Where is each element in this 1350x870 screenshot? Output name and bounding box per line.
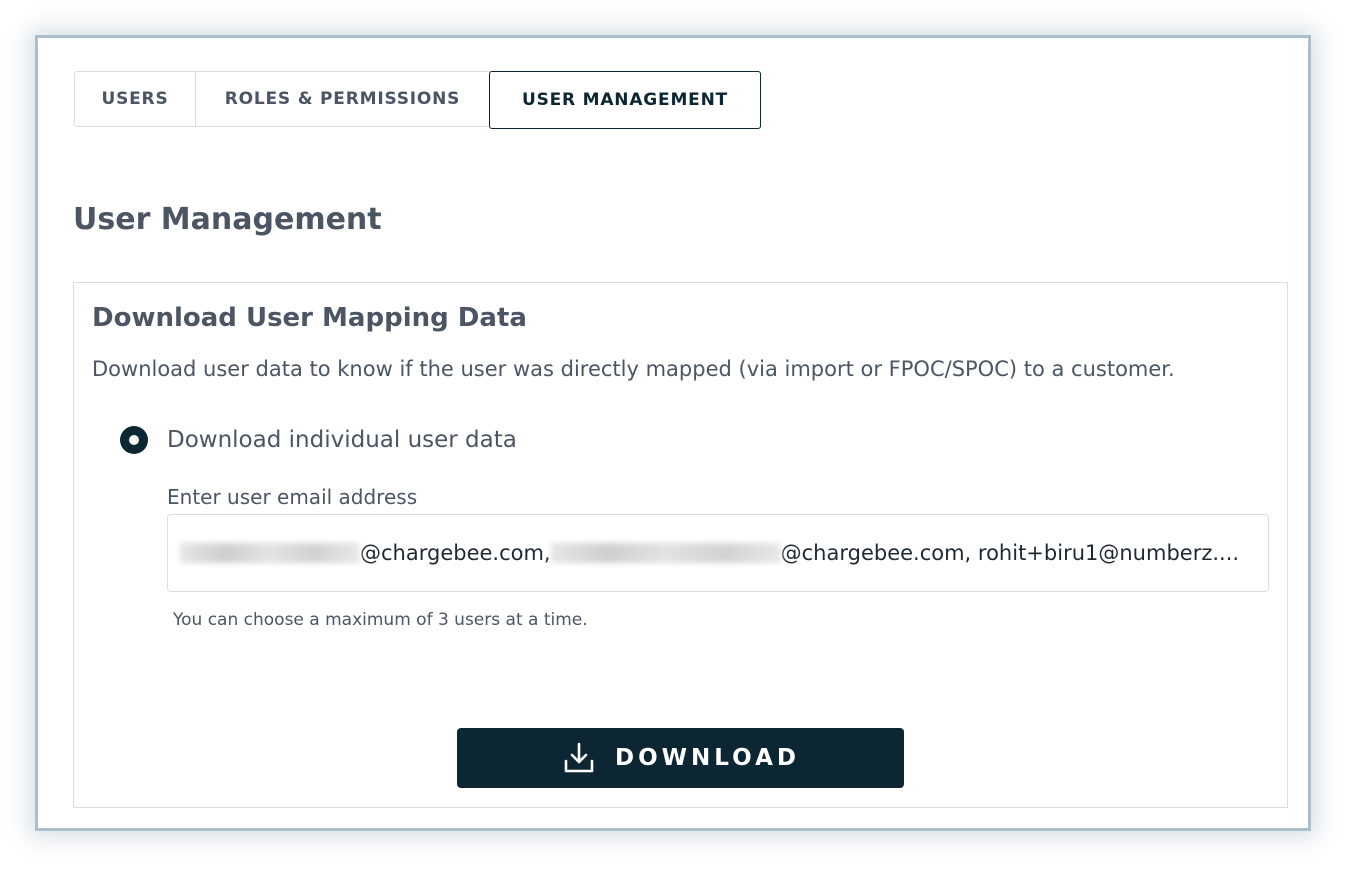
email-domain-1: @chargebee.com, <box>360 541 551 565</box>
tab-bar: USERS ROLES & PERMISSIONS USER MANAGEMEN… <box>74 71 761 129</box>
download-mapping-panel: Download User Mapping Data Download user… <box>73 282 1288 808</box>
email-field-label: Enter user email address <box>167 485 418 509</box>
section-description: Download user data to know if the user w… <box>92 357 1175 381</box>
download-icon <box>561 740 597 776</box>
email-domain-2: @chargebee.com, rohit+biru1@numberz.... <box>780 541 1240 565</box>
download-button[interactable]: DOWNLOAD <box>457 728 904 788</box>
radio-dot <box>129 435 139 445</box>
download-button-label: DOWNLOAD <box>615 745 800 771</box>
tab-user-management[interactable]: USER MANAGEMENT <box>489 71 761 129</box>
radio-individual-user-data[interactable]: Download individual user data <box>120 426 517 454</box>
window-frame: USERS ROLES & PERMISSIONS USER MANAGEMEN… <box>35 35 1311 831</box>
radio-label: Download individual user data <box>167 427 517 453</box>
section-title: Download User Mapping Data <box>92 303 527 333</box>
redacted-email-1 <box>180 543 360 563</box>
email-input[interactable]: @chargebee.com, @chargebee.com, rohit+bi… <box>167 514 1269 592</box>
tab-roles-permissions[interactable]: ROLES & PERMISSIONS <box>196 72 489 126</box>
tab-users[interactable]: USERS <box>75 72 196 126</box>
page-title: User Management <box>73 202 382 237</box>
redacted-email-2 <box>550 543 781 563</box>
radio-selected-icon[interactable] <box>120 426 148 454</box>
max-users-hint: You can choose a maximum of 3 users at a… <box>173 610 588 630</box>
